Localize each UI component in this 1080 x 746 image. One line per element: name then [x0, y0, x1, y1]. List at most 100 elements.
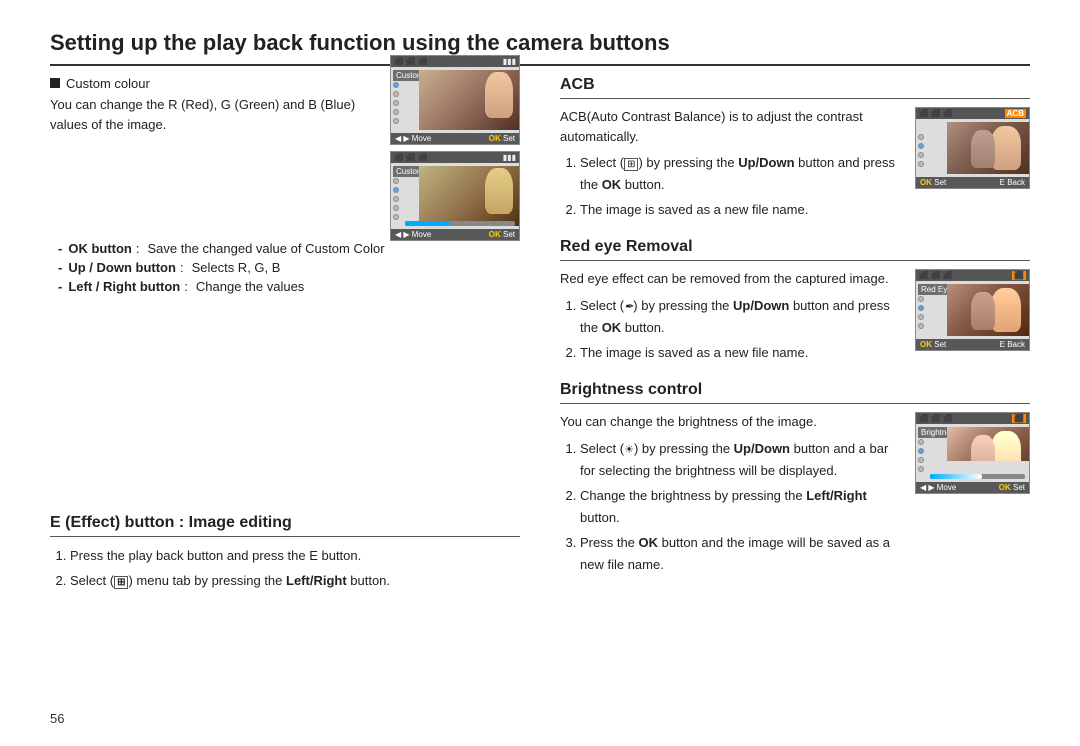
e-effect-section: E (Effect) button : Image editing Press …	[50, 514, 520, 592]
menu-dot2-5	[393, 214, 399, 220]
brightness-section: Brightness control You can change the br…	[560, 381, 1030, 579]
brightness-step-3: Press the OK button and the image will b…	[580, 532, 905, 576]
brightness-slider	[930, 474, 1025, 479]
menu-dot-5	[393, 118, 399, 124]
screen1-topbar: ⬛ ⬛ ⬛ ▮▮▮	[391, 56, 519, 67]
re-dot-4	[918, 323, 924, 329]
screen2-topbar: ⬛ ⬛ ⬛ ▮▮▮	[391, 152, 519, 163]
re-dot-2	[918, 305, 924, 311]
brightness-side-menu	[918, 439, 924, 472]
custom-colour-screen-2: ⬛ ⬛ ⬛ ▮▮▮ Custom Color	[390, 151, 520, 241]
red-eye-steps: Select (✒) by pressing the Up/Down butto…	[560, 295, 905, 364]
red-eye-bottombar: OK Set E Back	[916, 339, 1029, 350]
select-icon: ⊞	[114, 576, 128, 589]
screen1-side-menu	[393, 82, 399, 124]
brightness-step-2: Change the brightness by pressing the Le…	[580, 485, 905, 529]
brightness-bottombar: ◀ ▶ Move OK Set	[916, 482, 1029, 493]
acb-bottombar: OK Set E Back	[916, 177, 1029, 188]
custom-colour-section: Custom colour ⬛ ⬛ ⬛ ▮▮▮ Custom Color	[50, 76, 520, 294]
acb-description: ACB(Auto Contrast Balance) is to adjust …	[560, 107, 905, 146]
acb-heading: ACB	[560, 76, 1030, 99]
custom-colour-details: - OK button : Save the changed value of …	[50, 241, 520, 294]
acb-dot-3	[918, 152, 924, 158]
menu-dot-4	[393, 109, 399, 115]
e-effect-step-2: Select (⊞) menu tab by pressing the Left…	[70, 570, 520, 592]
left-column: Custom colour ⬛ ⬛ ⬛ ▮▮▮ Custom Color	[50, 76, 520, 595]
br-dot-3	[918, 457, 924, 463]
screen2-slider	[405, 221, 515, 226]
screen1-photo	[419, 70, 519, 130]
photo-cc-2	[419, 166, 519, 226]
red-eye-description: Red eye effect can be removed from the c…	[560, 269, 905, 289]
detail-leftright: - Left / Right button : Change the value…	[50, 279, 520, 294]
acb-photo	[947, 122, 1029, 174]
br-dot-1	[918, 439, 924, 445]
brightness-photo	[947, 427, 1029, 461]
detail-ok: - OK button : Save the changed value of …	[50, 241, 520, 256]
redeye-icon: ✒	[624, 301, 633, 313]
acb-dot-1	[918, 134, 924, 140]
red-eye-step-2: The image is saved as a new file name.	[580, 342, 905, 364]
screen2-bottombar: ◀ ▶ Move OK Set	[391, 229, 519, 240]
acb-step-2: The image is saved as a new file name.	[580, 199, 905, 221]
page-number: 56	[50, 711, 64, 726]
menu-dot-3	[393, 100, 399, 106]
acb-step-1: Select (⊞) by pressing the Up/Down butto…	[580, 152, 905, 196]
brightness-text: You can change the brightness of the ima…	[560, 412, 905, 579]
detail-updown: - Up / Down button : Selects R, G, B	[50, 260, 520, 275]
menu-dot2-3	[393, 196, 399, 202]
page-title: Setting up the play back function using …	[50, 30, 1030, 66]
red-eye-screen: ⬛ ⬛ ⬛ ⬛ Red Eye Fix OK Set	[915, 269, 1030, 351]
custom-colour-heading: Custom colour	[66, 76, 150, 91]
e-effect-heading: E (Effect) button : Image editing	[50, 514, 520, 537]
custom-colour-screen-1: ⬛ ⬛ ⬛ ▮▮▮ Custom Color	[390, 55, 520, 145]
acb-screen: ⬛ ⬛ ⬛ ACB OK Set E Back	[915, 107, 1030, 189]
re-dot-3	[918, 314, 924, 320]
screen2-photo	[419, 166, 519, 226]
menu-dot2-4	[393, 205, 399, 211]
red-eye-section: Red eye Removal Red eye effect can be re…	[560, 238, 1030, 367]
acb-dot-2	[918, 143, 924, 149]
e-effect-step-1: Press the play back button and press the…	[70, 545, 520, 567]
brightness-step-1: Select (☀) by pressing the Up/Down butto…	[580, 438, 905, 482]
brightness-screen-topbar: ⬛ ⬛ ⬛ ⬛	[916, 413, 1029, 424]
photo-couple-redeye	[947, 284, 1029, 336]
menu-dot2-2	[393, 187, 399, 193]
sun-icon: ☀	[624, 444, 634, 456]
screen2-side-menu	[393, 178, 399, 220]
acb-steps: Select (⊞) by pressing the Up/Down butto…	[560, 152, 905, 221]
acb-side-menu	[918, 134, 924, 167]
acb-dot-4	[918, 161, 924, 167]
menu-dot2-1	[393, 178, 399, 184]
screen1-bottombar: ◀ ▶ Move OK Set	[391, 133, 519, 144]
brightness-slider-fill	[930, 474, 982, 479]
acb-screen-topbar: ⬛ ⬛ ⬛ ACB	[916, 108, 1029, 119]
red-eye-content: Red eye effect can be removed from the c…	[560, 269, 1030, 367]
photo-cc-1	[419, 70, 519, 130]
e-effect-steps: Press the play back button and press the…	[50, 545, 520, 592]
menu-dot-1	[393, 82, 399, 88]
re-dot-1	[918, 296, 924, 302]
brightness-description: You can change the brightness of the ima…	[560, 412, 905, 432]
brightness-content: You can change the brightness of the ima…	[560, 412, 1030, 579]
br-dot-2	[918, 448, 924, 454]
photo-couple-brightness	[947, 427, 1029, 461]
red-eye-side-menu	[918, 296, 924, 329]
screen2-slider-fill	[405, 221, 449, 226]
acb-content: ACB(Auto Contrast Balance) is to adjust …	[560, 107, 1030, 224]
menu-dot-2	[393, 91, 399, 97]
brightness-heading: Brightness control	[560, 381, 1030, 404]
acb-text: ACB(Auto Contrast Balance) is to adjust …	[560, 107, 905, 224]
photo-couple-acb	[947, 122, 1029, 174]
bullet-icon	[50, 78, 60, 88]
red-eye-screen-topbar: ⬛ ⬛ ⬛ ⬛	[916, 270, 1029, 281]
red-eye-text: Red eye effect can be removed from the c…	[560, 269, 905, 367]
brightness-screen: ⬛ ⬛ ⬛ ⬛ Brightness	[915, 412, 1030, 494]
grid-icon: ⊞	[624, 158, 638, 171]
brightness-steps: Select (☀) by pressing the Up/Down butto…	[560, 438, 905, 577]
red-eye-photo	[947, 284, 1029, 336]
red-eye-step-1: Select (✒) by pressing the Up/Down butto…	[580, 295, 905, 339]
acb-section: ACB ACB(Auto Contrast Balance) is to adj…	[560, 76, 1030, 224]
custom-colour-images: ⬛ ⬛ ⬛ ▮▮▮ Custom Color	[390, 55, 520, 241]
br-dot-4	[918, 466, 924, 472]
